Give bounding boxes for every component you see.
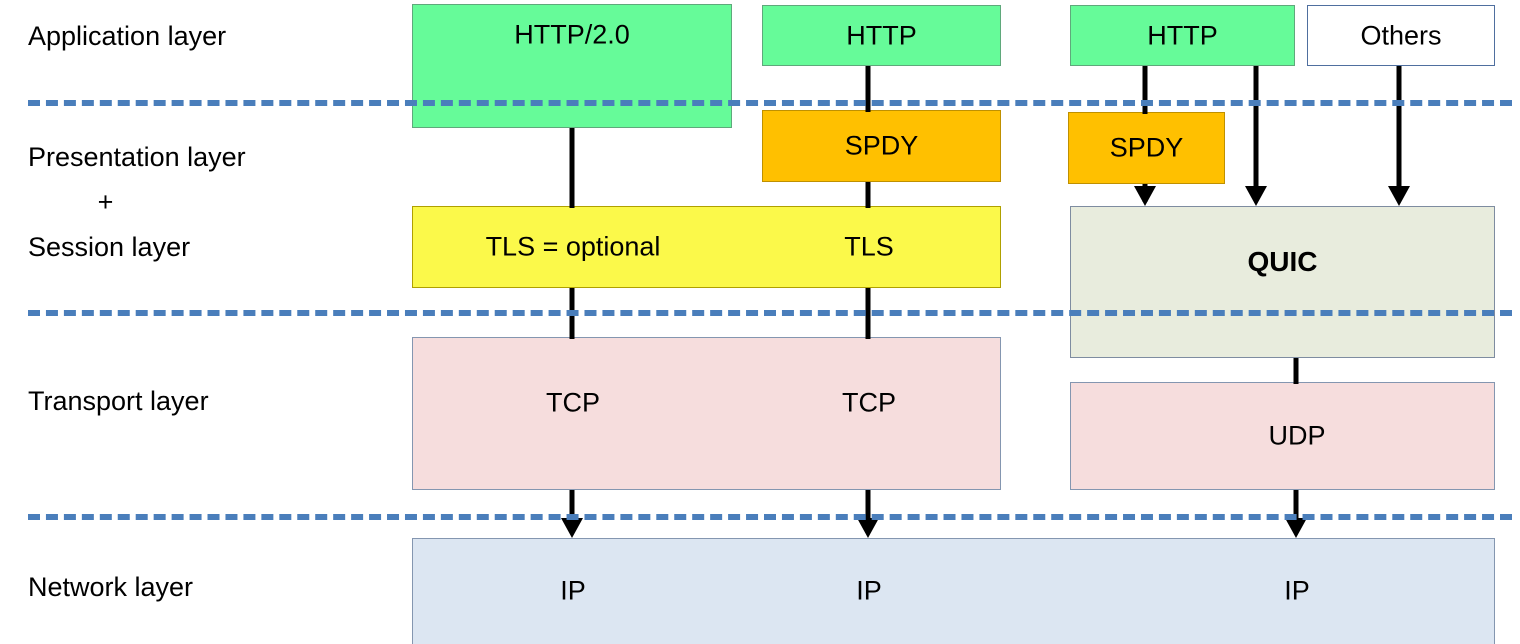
layer-label-session: Session layer	[28, 232, 191, 262]
box-ip[interactable]: IP IP IP	[412, 538, 1495, 644]
connector-http-to-quic	[1253, 66, 1259, 188]
box-tcp-col2-label: TCP	[842, 387, 896, 418]
arrowhead-tcp-to-ip-col1	[561, 518, 583, 538]
box-ip-col1-label: IP	[560, 575, 586, 606]
box-http-col2[interactable]: HTTP	[762, 5, 1001, 66]
box-quic[interactable]: QUIC	[1070, 206, 1495, 358]
box-tls-label: TLS	[844, 231, 894, 262]
box-spdy-col3[interactable]: SPDY	[1068, 112, 1225, 184]
arrowhead-others-to-quic	[1388, 186, 1410, 206]
connector-http-to-spdy-col3	[1142, 66, 1148, 114]
separator-session-transport	[28, 310, 1512, 316]
box-tls-optional-label: TLS = optional	[485, 231, 661, 262]
connector-quic-to-udp	[1293, 358, 1299, 384]
box-spdy-col2[interactable]: SPDY	[762, 110, 1001, 182]
arrowhead-tcp-to-ip-col2	[857, 518, 879, 538]
box-spdy-col3-label: SPDY	[1109, 132, 1184, 163]
layer-label-transport: Transport layer	[28, 386, 209, 416]
box-tcp[interactable]: TCP TCP	[412, 337, 1001, 490]
separator-transport-network	[28, 514, 1512, 520]
layer-label-application: Application layer	[28, 21, 227, 51]
layer-label-network: Network layer	[28, 572, 194, 602]
arrowhead-udp-to-ip	[1285, 518, 1307, 538]
box-http-col3-label: HTTP	[1147, 20, 1218, 50]
layer-label-presentation: Presentation layer	[28, 142, 246, 172]
box-udp[interactable]: UDP	[1070, 382, 1495, 490]
box-ip-col2-label: IP	[856, 575, 882, 606]
protocol-stack-diagram: Application layer Presentation layer + S…	[0, 0, 1520, 644]
box-http2-label: HTTP/2.0	[514, 19, 630, 50]
box-http-col3[interactable]: HTTP	[1070, 5, 1295, 66]
box-http-col2-label: HTTP	[846, 20, 917, 50]
box-quic-label: QUIC	[1247, 246, 1318, 277]
box-tcp-col1-label: TCP	[546, 387, 600, 418]
connector-others-to-quic	[1396, 66, 1402, 188]
arrowhead-http-to-quic	[1245, 186, 1267, 206]
box-udp-label: UDP	[1268, 420, 1326, 451]
box-tls[interactable]: TLS = optional TLS	[412, 206, 1001, 288]
separator-application-presentation	[28, 100, 1512, 106]
box-http2[interactable]: HTTP/2.0	[412, 4, 732, 128]
connector-spdy-to-tls-col2	[865, 182, 871, 208]
connector-http2-to-tls	[569, 128, 575, 208]
layer-label-plus: +	[97, 187, 114, 217]
box-spdy-col2-label: SPDY	[844, 130, 919, 161]
box-others-label: Others	[1360, 20, 1442, 50]
box-others[interactable]: Others	[1307, 5, 1495, 66]
box-ip-col3-label: IP	[1284, 575, 1310, 606]
arrowhead-spdy-to-quic	[1134, 186, 1156, 206]
